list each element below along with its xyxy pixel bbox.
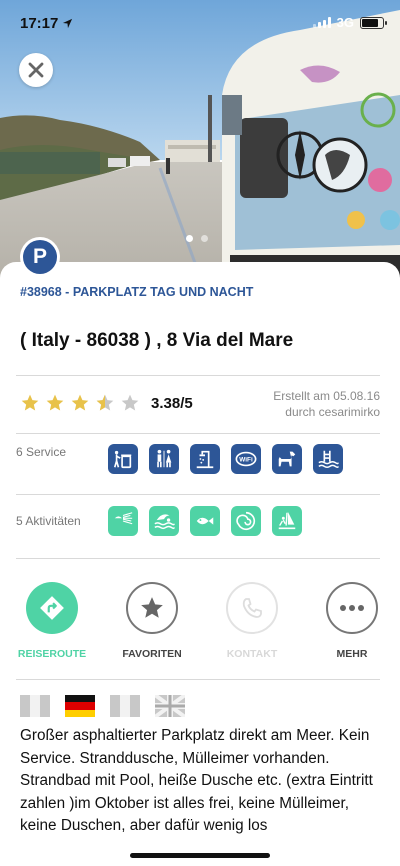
favorites-label: FAVORITEN (122, 648, 182, 660)
beach-shower-icon[interactable] (108, 506, 138, 536)
more-button[interactable]: MEHR (307, 582, 397, 660)
services-icons[interactable]: WiFi (108, 444, 343, 474)
divider (16, 679, 380, 680)
cell-signal-icon (312, 17, 331, 28)
location-arrow-icon (63, 18, 73, 29)
more-label: MEHR (336, 648, 368, 660)
close-icon (28, 62, 44, 78)
phone-icon (226, 582, 278, 634)
divider (16, 558, 380, 559)
place-address: ( Italy - 86038 ) , 8 Via del Mare (20, 330, 294, 351)
windsurf-icon[interactable] (272, 506, 302, 536)
star-empty-icon (121, 394, 139, 411)
parking-icon: P (23, 240, 57, 274)
created-by: durch cesarimirko (285, 404, 380, 419)
wifi-icon[interactable]: WiFi (231, 444, 261, 474)
toilet-icon[interactable] (149, 444, 179, 474)
close-button[interactable] (19, 53, 53, 87)
contact-label: KONTAKT (226, 648, 278, 660)
photo-pager[interactable] (186, 235, 208, 242)
place-id-title: #38968 - PARKPLATZ TAG UND NACHT (20, 285, 254, 299)
flag-italy-icon[interactable] (20, 695, 50, 717)
divider (16, 494, 380, 495)
route-button[interactable]: REISEROUTE (7, 582, 97, 660)
contact-button[interactable]: KONTAKT (207, 582, 297, 660)
flag-uk-icon[interactable] (155, 695, 185, 717)
services-label: 6 Service (16, 445, 67, 459)
directions-icon (26, 582, 78, 634)
pager-dot[interactable] (186, 235, 193, 242)
rating[interactable]: 3.38/5 (20, 393, 193, 413)
trash-icon[interactable] (108, 444, 138, 474)
shell-icon[interactable] (231, 506, 261, 536)
place-description: Großer asphaltierter Parkplatz direkt am… (20, 727, 373, 834)
pager-dot[interactable] (201, 235, 208, 242)
route-label: REISEROUTE (17, 648, 87, 660)
parking-type-badge: P (20, 237, 60, 277)
status-time-label: 17:17 (20, 15, 59, 32)
created-info: Erstellt am 05.08.16 durch cesarimirko (273, 389, 380, 420)
home-indicator[interactable] (130, 853, 270, 858)
divider (16, 375, 380, 376)
network-label: 3G (336, 15, 354, 30)
created-date: Erstellt am 05.08.16 (273, 389, 380, 403)
flag-france-icon[interactable] (110, 695, 140, 717)
divider (16, 433, 380, 434)
swimming-icon[interactable] (149, 506, 179, 536)
more-icon (326, 582, 378, 634)
status-bar: 17:17 3G (0, 0, 400, 46)
flag-germany-icon[interactable] (65, 695, 95, 717)
status-time: 17:17 (20, 15, 73, 32)
swimming-pool-icon[interactable] (313, 444, 343, 474)
fish-icon[interactable] (190, 506, 220, 536)
star-full-icon (46, 394, 64, 411)
rating-value: 3.38/5 (151, 394, 193, 412)
activities-icons[interactable] (108, 506, 302, 536)
activities-label: 5 Aktivitäten (16, 514, 81, 528)
star-half-icon (96, 394, 114, 411)
dog-icon[interactable] (272, 444, 302, 474)
star-full-icon (71, 394, 89, 411)
star-full-icon (21, 394, 39, 411)
favorites-button[interactable]: FAVORITEN (107, 582, 197, 660)
language-selector[interactable] (20, 695, 185, 717)
svg-text:WiFi: WiFi (239, 456, 253, 463)
status-indicators: 3G (312, 15, 387, 30)
battery-icon (360, 16, 387, 29)
star-icon (126, 582, 178, 634)
shower-icon[interactable] (190, 444, 220, 474)
